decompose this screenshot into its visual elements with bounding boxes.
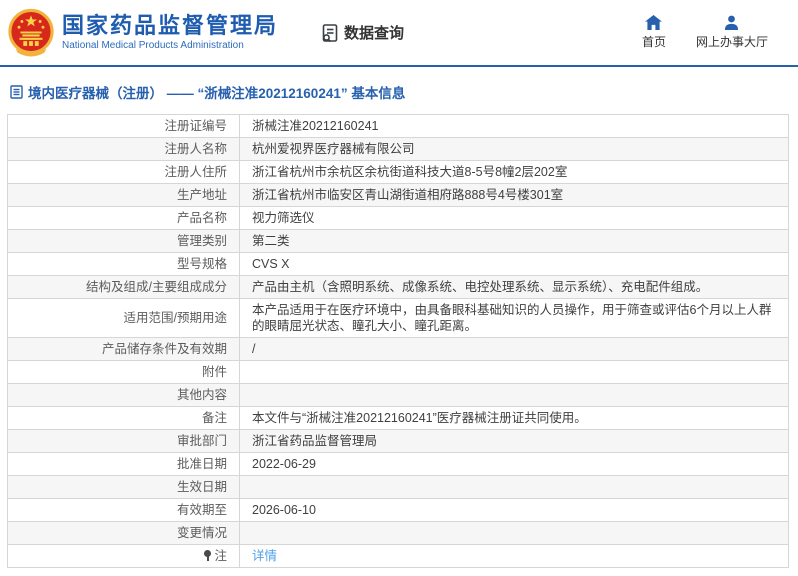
table-row: 型号规格 CVS X: [7, 252, 789, 276]
row-label: 审批部门: [7, 429, 240, 453]
data-query-label: 数据查询: [344, 25, 405, 42]
row-label: 生效日期: [7, 475, 240, 499]
page-title-bar: 境内医疗器械（注册） —— “浙械注准20212160241” 基本信息: [0, 67, 798, 114]
row-value: 第二类: [239, 229, 789, 253]
row-value: 浙械注准20212160241: [239, 114, 789, 138]
row-value: 2022-06-29: [239, 452, 789, 476]
row-value: [239, 521, 789, 545]
page-title: 境内医疗器械（注册） —— “浙械注准20212160241” 基本信息: [28, 86, 406, 101]
row-label: 其他内容: [7, 383, 240, 407]
table-row: 产品名称 视力筛选仪: [7, 206, 789, 230]
row-value: [239, 360, 789, 384]
row-label: 注册人名称: [7, 137, 240, 161]
row-label: 注册人住所: [7, 160, 240, 184]
table-row: 生效日期: [7, 475, 789, 499]
table-row: 备注 本文件与“浙械注准20212160241”医疗器械注册证共同使用。: [7, 406, 789, 430]
row-value: 浙江省药品监督管理局: [239, 429, 789, 453]
table-row: 其他内容: [7, 383, 789, 407]
row-value: 浙江省杭州市余杭区余杭街道科技大道8-5号8幢2层202室: [239, 160, 789, 184]
row-label: 有效期至: [7, 498, 240, 522]
info-table: 注册证编号 浙械注准20212160241 注册人名称 杭州爱视界医疗器械有限公司 注册…: [7, 114, 789, 568]
table-row: 注详情: [7, 544, 789, 568]
row-label: 产品储存条件及有效期: [7, 337, 240, 361]
row-label: 产品名称: [7, 206, 240, 230]
row-label: 适用范围/预期用途: [7, 298, 240, 338]
table-row: 结构及组成/主要组成成分 产品由主机（含照明系统、成像系统、电控处理系统、显示系统…: [7, 275, 789, 299]
row-value: 浙江省杭州市临安区青山湖街道相府路888号4号楼301室: [239, 183, 789, 207]
row-value: CVS X: [239, 252, 789, 276]
nav-service-hall-label: 网上办事大厅: [695, 35, 768, 49]
table-row: 附件: [7, 360, 789, 384]
nav-home[interactable]: 首页: [642, 15, 666, 50]
row-value: 2026-06-10: [239, 498, 789, 522]
row-label: 备注: [7, 406, 240, 430]
table-row: 适用范围/预期用途 本产品适用于在医疗环境中，由具备眼科基础知识的人员操作，用于筛…: [7, 298, 789, 338]
top-nav: 首页 网上办事大厅: [642, 15, 768, 50]
table-row: 管理类别 第二类: [7, 229, 789, 253]
agency-name-cn: 国家药品监督管理局: [62, 13, 279, 38]
table-row: 变更情况: [7, 521, 789, 545]
row-label: 生产地址: [7, 183, 240, 207]
row-label: 管理类别: [7, 229, 240, 253]
home-icon: [645, 15, 663, 30]
brand: 国家药品监督管理局 National Medical Products Admi…: [8, 8, 278, 57]
row-label: 型号规格: [7, 252, 240, 276]
row-value: 杭州爱视界医疗器械有限公司: [239, 137, 789, 161]
row-value: 产品由主机（含照明系统、成像系统、电控处理系统、显示系统）、充电配件组成。: [239, 275, 789, 299]
row-label: 注: [7, 544, 240, 568]
row-label: 注册证编号: [7, 114, 240, 138]
table-row: 注册人名称 杭州爱视界医疗器械有限公司: [7, 137, 789, 161]
row-label: 变更情况: [7, 521, 240, 545]
agency-name-en: National Medical Products Administration: [62, 40, 244, 51]
row-value: /: [239, 337, 789, 361]
user-icon: [724, 15, 739, 30]
row-value: 本文件与“浙械注准20212160241”医疗器械注册证共同使用。: [239, 406, 789, 430]
brand-text: 国家药品监督管理局 National Medical Products Admi…: [62, 13, 278, 52]
nav-home-label: 首页: [641, 35, 666, 49]
national-emblem-icon: [8, 8, 54, 57]
row-value: 本产品适用于在医疗环境中，由具备眼科基础知识的人员操作，用于筛查或评估6个月以上…: [239, 298, 789, 338]
table-row: 审批部门 浙江省药品监督管理局: [7, 429, 789, 453]
row-label: 结构及组成/主要组成成分: [7, 275, 240, 299]
table-row: 有效期至 2026-06-10: [7, 498, 789, 522]
info-table-body: 注册证编号 浙械注准20212160241 注册人名称 杭州爱视界医疗器械有限公司 注册…: [7, 114, 789, 568]
nav-service-hall[interactable]: 网上办事大厅: [696, 15, 768, 50]
detail-link[interactable]: 详情: [252, 549, 277, 563]
row-label: 附件: [7, 360, 240, 384]
document-icon: [10, 85, 23, 99]
table-row: 注册证编号 浙械注准20212160241: [7, 114, 789, 138]
table-row: 批准日期 2022-06-29: [7, 452, 789, 476]
header: 国家药品监督管理局 National Medical Products Admi…: [0, 0, 798, 67]
data-query-icon: [320, 23, 340, 43]
row-label: 批准日期: [7, 452, 240, 476]
table-row: 产品储存条件及有效期 /: [7, 337, 789, 361]
data-query-menu[interactable]: 数据查询: [320, 22, 404, 43]
note-pin-icon: [204, 550, 212, 561]
row-value: [239, 475, 789, 499]
row-value: 详情: [239, 544, 789, 568]
row-value: [239, 383, 789, 407]
row-value: 视力筛选仪: [239, 206, 789, 230]
table-row: 生产地址 浙江省杭州市临安区青山湖街道相府路888号4号楼301室: [7, 183, 789, 207]
table-row: 注册人住所 浙江省杭州市余杭区余杭街道科技大道8-5号8幢2层202室: [7, 160, 789, 184]
